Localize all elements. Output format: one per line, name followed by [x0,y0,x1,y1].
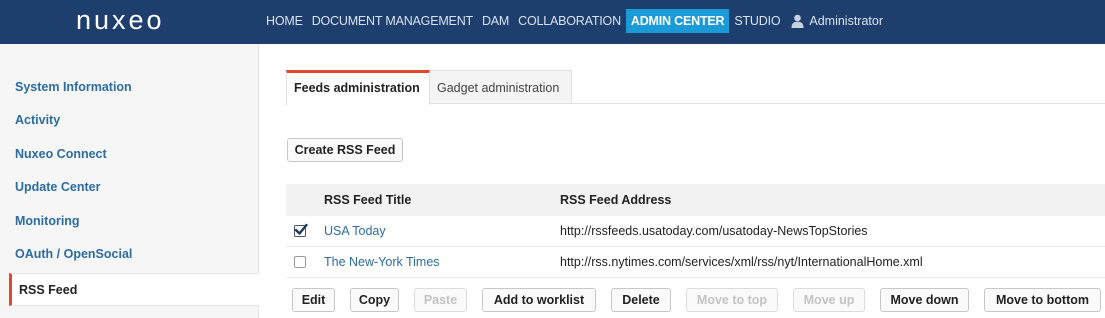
main-nav: HOME DOCUMENT MANAGEMENT DAM COLLABORATI… [262,9,883,33]
move-down-button[interactable]: Move down [880,288,969,312]
row-checkbox[interactable] [294,256,306,268]
sidebar-item-system-information[interactable]: System Information [15,80,132,94]
table-row[interactable]: USA Today http://rssfeeds.usatoday.com/u… [286,216,1105,247]
paste-button[interactable]: Paste [414,288,467,312]
user-menu[interactable]: Administrator [791,14,883,28]
column-header-title: RSS Feed Title [324,193,412,207]
sidebar: System Information Activity Nuxeo Connec… [0,44,259,318]
nav-document-management[interactable]: DOCUMENT MANAGEMENT [308,9,477,33]
move-to-bottom-button[interactable]: Move to bottom [984,288,1101,312]
row-checkbox[interactable] [294,223,308,237]
sidebar-item-oauth-opensocial[interactable]: OAuth / OpenSocial [15,247,132,261]
feed-address: http://rssfeeds.usatoday.com/usatoday-Ne… [560,224,868,238]
user-name: Administrator [809,14,884,28]
move-up-button[interactable]: Move up [793,288,865,312]
delete-button[interactable]: Delete [611,288,671,312]
edit-button[interactable]: Edit [292,288,335,312]
tab-gadget-administration[interactable]: Gadget administration [430,70,572,104]
sidebar-item-label: RSS Feed [19,283,78,297]
nav-home[interactable]: HOME [262,9,307,33]
create-rss-feed-button[interactable]: Create RSS Feed [287,138,403,162]
sidebar-item-update-center[interactable]: Update Center [15,180,100,194]
nav-dam[interactable]: DAM [478,9,513,33]
nav-admin-center[interactable]: ADMIN CENTER [625,9,730,33]
checkmark-icon [294,223,308,235]
nav-collaboration[interactable]: COLLABORATION [514,9,625,33]
logo-text: nuxeo [76,5,165,35]
user-icon [791,14,804,28]
tab-feeds-administration[interactable]: Feeds administration [286,70,430,105]
sidebar-item-rss-feed[interactable]: RSS Feed [9,273,259,306]
tab-bar: Feeds administration Gadget administrati… [286,70,1105,105]
feed-title-link[interactable]: The New-York Times [324,255,440,269]
nav-studio[interactable]: STUDIO [730,9,784,33]
nuxeo-logo[interactable]: nuxeo [76,6,186,34]
copy-button[interactable]: Copy [350,288,399,312]
column-header-address: RSS Feed Address [560,193,672,207]
table-header: RSS Feed Title RSS Feed Address [286,184,1105,216]
table-row[interactable]: The New-York Times http://rss.nytimes.co… [286,247,1105,278]
move-to-top-button[interactable]: Move to top [686,288,778,312]
sidebar-item-monitoring[interactable]: Monitoring [15,214,80,228]
sidebar-item-nuxeo-connect[interactable]: Nuxeo Connect [15,147,107,161]
feed-title-link[interactable]: USA Today [324,224,386,238]
feed-address: http://rss.nytimes.com/services/xml/rss/… [560,255,923,269]
top-bar: nuxeo HOME DOCUMENT MANAGEMENT DAM COLLA… [0,0,1105,44]
add-to-worklist-button[interactable]: Add to worklist [482,288,596,312]
sidebar-item-activity[interactable]: Activity [15,113,60,127]
